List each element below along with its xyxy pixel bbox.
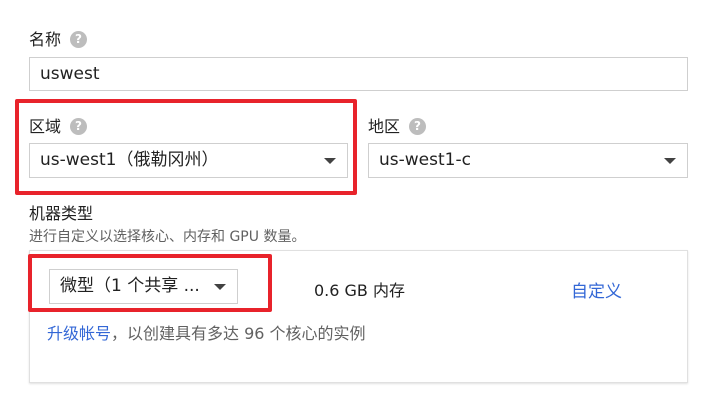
machine-type-label: 机器类型	[29, 204, 94, 223]
zone-select-value: us-west1-c	[379, 150, 471, 170]
zone-select[interactable]: us-west1-c	[368, 143, 688, 178]
machine-type-highlight-box	[28, 254, 272, 312]
name-label: 名称?	[29, 30, 88, 50]
zone-label-text: 地区	[368, 117, 401, 136]
customize-link[interactable]: 自定义	[571, 277, 622, 302]
region-highlight-box	[15, 99, 357, 195]
help-icon[interactable]: ?	[409, 118, 427, 135]
upgrade-account-link[interactable]: 升级帐号	[47, 324, 111, 343]
zone-label: 地区?	[368, 117, 427, 137]
help-icon[interactable]: ?	[70, 31, 88, 48]
chevron-down-icon	[664, 158, 676, 164]
machine-type-hint: 进行自定义以选择核心、内存和 GPU 数量。	[29, 229, 306, 245]
memory-label: 0.6 GB 内存	[314, 281, 405, 300]
upgrade-description: ，以创建具有多达 96 个核心的实例	[111, 324, 366, 343]
upgrade-line: 升级帐号，以创建具有多达 96 个核心的实例	[47, 320, 366, 344]
name-label-text: 名称	[29, 30, 62, 49]
name-input-value: uswest	[40, 64, 100, 84]
name-input[interactable]: uswest	[29, 57, 688, 91]
